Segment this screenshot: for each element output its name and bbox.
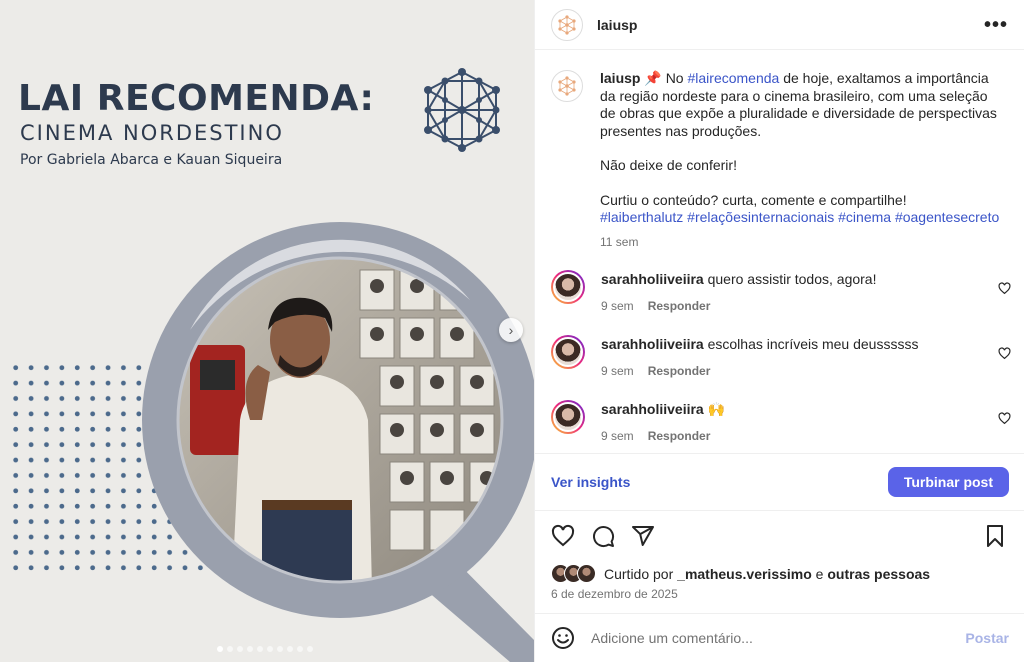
magnifier-photo bbox=[142, 222, 534, 662]
caption-hashtags[interactable]: #laiberthalutz #relaçõesinternacionais #… bbox=[600, 209, 1000, 227]
post-caption: laiusp 📌 No #lairecomenda de hoje, exalt… bbox=[551, 70, 1011, 251]
post-media: LAI RECOMENDA: CINEMA NORDESTINO Por Gab… bbox=[0, 0, 534, 662]
emoji-icon[interactable] bbox=[551, 626, 575, 650]
likes-prefix: Curtido por bbox=[604, 565, 674, 582]
comment-text: quero assistir todos, agora! bbox=[707, 271, 877, 287]
boost-post-button[interactable]: Turbinar post bbox=[887, 467, 1009, 497]
liker-avatars[interactable] bbox=[551, 564, 596, 583]
likes-text: Curtido por _matheus.verissimo e outras … bbox=[604, 566, 930, 582]
reply-button[interactable]: Responder bbox=[648, 429, 711, 443]
post-actions bbox=[551, 524, 1011, 550]
caption-line: Curtiu o conteúdo? curta, comente e comp… bbox=[600, 191, 907, 208]
lai-avatar-icon bbox=[558, 76, 576, 96]
comment-like-heart-icon[interactable] bbox=[998, 412, 1011, 425]
comment-username[interactable]: sarahholiiveiira bbox=[601, 401, 704, 417]
insights-bar: Ver insights Turbinar post bbox=[535, 453, 1024, 511]
comment-body: sarahholiiveiira 🙌 9 sem Responder bbox=[601, 400, 725, 445]
comment-item: sarahholiiveiira 🙌 9 sem Responder bbox=[551, 400, 1011, 445]
comment-body: sarahholiiveiira quero assistir todos, a… bbox=[601, 270, 876, 315]
comment-text: escolhas incríveis meu deussssss bbox=[707, 336, 919, 352]
comment-username[interactable]: sarahholiiveiira bbox=[601, 336, 704, 352]
likes-summary: Curtido por _matheus.verissimo e outras … bbox=[551, 564, 930, 583]
caption-intro-before: No bbox=[665, 70, 684, 86]
lai-avatar-icon bbox=[558, 14, 576, 35]
carousel-dot bbox=[217, 646, 223, 652]
carousel-indicator bbox=[217, 646, 313, 652]
comment-time[interactable]: 9 sem bbox=[601, 364, 634, 378]
carousel-dot bbox=[247, 646, 253, 652]
liker-username[interactable]: _matheus.verissimo bbox=[677, 566, 812, 582]
caption-time[interactable]: 11 sem bbox=[600, 234, 1000, 252]
post-comment-button[interactable]: Postar bbox=[965, 630, 1009, 646]
comment-like-heart-icon[interactable] bbox=[998, 347, 1011, 360]
reply-button[interactable]: Responder bbox=[648, 364, 711, 378]
caption-avatar[interactable] bbox=[551, 70, 583, 102]
like-heart-icon[interactable] bbox=[551, 524, 575, 548]
caption-intro: laiusp 📌 No #lairecomenda de hoje, exalt… bbox=[600, 70, 1000, 140]
carousel-dot bbox=[257, 646, 263, 652]
carousel-dot bbox=[227, 646, 233, 652]
carousel-dot bbox=[307, 646, 313, 652]
save-bookmark-icon[interactable] bbox=[983, 524, 1007, 548]
carousel-dot bbox=[237, 646, 243, 652]
hashtag-link[interactable]: #lairecomenda bbox=[687, 70, 779, 86]
comment-bubble-icon[interactable] bbox=[591, 524, 615, 548]
commenter-avatar[interactable] bbox=[551, 270, 585, 304]
caption-line: Não deixe de conferir! bbox=[600, 157, 737, 173]
comment-username[interactable]: sarahholiiveiira bbox=[601, 271, 704, 287]
post-details-panel: laiusp ••• laiusp 📌 No #lairecomenda de … bbox=[534, 0, 1024, 662]
reply-button[interactable]: Responder bbox=[648, 299, 711, 313]
carousel-dot bbox=[267, 646, 273, 652]
comment-like-heart-icon[interactable] bbox=[998, 282, 1011, 295]
caption-body: laiusp 📌 No #lairecomenda de hoje, exalt… bbox=[600, 70, 1000, 251]
carousel-next-button[interactable]: › bbox=[499, 318, 523, 342]
likes-mid: e bbox=[815, 565, 824, 582]
post-date[interactable]: 6 de dezembro de 2025 bbox=[551, 587, 678, 601]
comment-item: sarahholiiveiira quero assistir todos, a… bbox=[551, 270, 1011, 315]
commenter-avatar[interactable] bbox=[551, 335, 585, 369]
comment-input[interactable] bbox=[591, 630, 966, 646]
pin-icon: 📌 bbox=[644, 70, 662, 86]
comment-text: 🙌 bbox=[707, 401, 726, 417]
post-header: laiusp ••• bbox=[535, 0, 1024, 50]
post-dialog: LAI RECOMENDA: CINEMA NORDESTINO Por Gab… bbox=[0, 0, 1024, 662]
header-username[interactable]: laiusp bbox=[597, 17, 637, 33]
caption-username[interactable]: laiusp bbox=[600, 70, 640, 86]
more-horizontal-icon[interactable]: ••• bbox=[984, 15, 1008, 35]
carousel-dot bbox=[287, 646, 293, 652]
share-send-icon[interactable] bbox=[631, 524, 655, 548]
likes-others-link[interactable]: outras pessoas bbox=[827, 566, 930, 582]
carousel-dot bbox=[297, 646, 303, 652]
comment-item: sarahholiiveiira escolhas incríveis meu … bbox=[551, 335, 1011, 380]
view-insights-link[interactable]: Ver insights bbox=[551, 474, 630, 490]
profile-avatar[interactable] bbox=[551, 8, 583, 41]
comment-time[interactable]: 9 sem bbox=[601, 299, 634, 313]
comment-time[interactable]: 9 sem bbox=[601, 429, 634, 443]
add-comment-bar: Postar bbox=[535, 613, 1024, 662]
comment-body: sarahholiiveiira escolhas incríveis meu … bbox=[601, 335, 918, 380]
carousel-dot bbox=[277, 646, 283, 652]
commenter-avatar[interactable] bbox=[551, 400, 585, 434]
